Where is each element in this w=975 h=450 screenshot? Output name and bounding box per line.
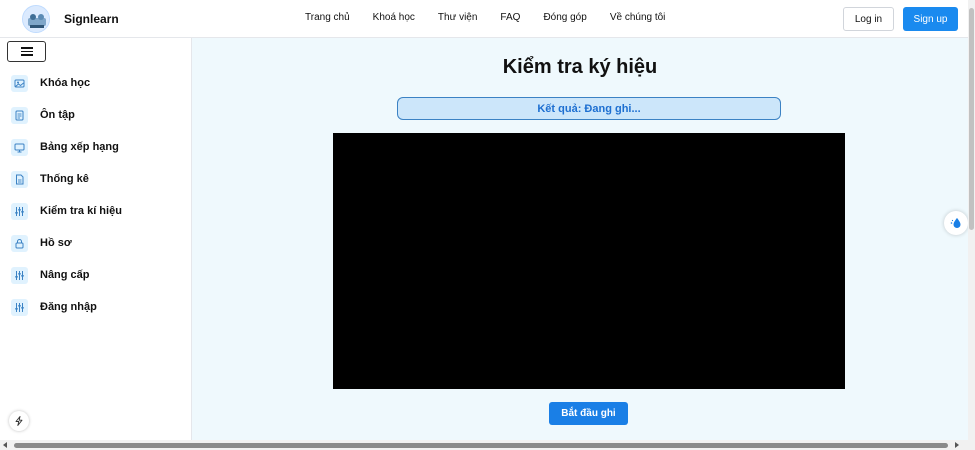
lock-icon [11, 234, 28, 252]
sidebar-item-label: Kiểm tra kí hiệu [40, 205, 122, 217]
sliders-icon [11, 266, 28, 284]
nav-item-courses[interactable]: Khoá học [373, 12, 415, 23]
image-icon [11, 74, 28, 92]
droplet-icon [950, 218, 961, 228]
sidebar-item-statistics[interactable]: Thống kê [11, 170, 89, 188]
sidebar-item-sign-check[interactable]: Kiểm tra kí hiệu [11, 202, 122, 220]
camera-video-feed [333, 133, 845, 389]
menu-toggle-button[interactable] [7, 41, 46, 62]
nav-item-contribute[interactable]: Đóng góp [543, 12, 586, 23]
document-icon [11, 106, 28, 124]
page-title: Kiểm tra ký hiệu [502, 56, 658, 78]
sidebar-item-label: Ôn tập [40, 109, 75, 121]
bolt-icon[interactable] [9, 411, 29, 431]
file-icon [11, 170, 28, 188]
nav-item-faq[interactable]: FAQ [500, 12, 520, 23]
sidebar-item-leaderboard[interactable]: Bảng xếp hạng [11, 138, 119, 156]
horizontal-scrollbar[interactable] [0, 440, 975, 450]
result-status: Kết quả: Đang ghi... [397, 97, 781, 120]
main-content: Kiểm tra ký hiệu Kết quả: Đang ghi... Bắ… [192, 38, 968, 440]
sidebar-item-upgrade[interactable]: Nâng cấp [11, 266, 90, 284]
main-nav: Trang chủ Khoá học Thư viện FAQ Đóng góp… [305, 12, 665, 23]
nav-item-library[interactable]: Thư viện [438, 12, 478, 23]
vertical-scroll-thumb[interactable] [969, 8, 974, 230]
vertical-scrollbar[interactable] [968, 0, 975, 440]
sliders-icon [11, 298, 28, 316]
top-header: Signlearn Trang chủ Khoá học Thư viện FA… [0, 0, 968, 38]
login-button[interactable]: Log in [843, 7, 894, 31]
brand-name[interactable]: Signlearn [64, 12, 119, 26]
sidebar-item-profile[interactable]: Hồ sơ [11, 234, 72, 252]
signup-button[interactable]: Sign up [903, 7, 958, 31]
sliders-icon [11, 202, 28, 220]
sidebar: Khóa học Ôn tập Bảng xếp hạng Thống kê K… [0, 38, 192, 440]
horizontal-scroll-thumb[interactable] [14, 443, 948, 448]
nav-item-home[interactable]: Trang chủ [305, 12, 350, 23]
nav-item-about[interactable]: Về chúng tôi [610, 12, 666, 23]
sidebar-item-label: Đăng nhập [40, 301, 97, 313]
sidebar-item-review[interactable]: Ôn tập [11, 106, 75, 124]
sidebar-item-login[interactable]: Đăng nhập [11, 298, 97, 316]
sidebar-item-courses[interactable]: Khóa học [11, 74, 90, 92]
sidebar-item-label: Bảng xếp hạng [40, 141, 119, 153]
sidebar-item-label: Hồ sơ [40, 237, 72, 249]
sidebar-item-label: Thống kê [40, 173, 89, 185]
assistant-floating-button[interactable] [944, 211, 968, 235]
sidebar-item-label: Khóa học [40, 77, 91, 89]
start-recording-button[interactable]: Bắt đầu ghi [549, 402, 628, 425]
scroll-left-arrow-icon[interactable] [3, 442, 7, 448]
scroll-right-arrow-icon[interactable] [955, 442, 959, 448]
sidebar-item-label: Nâng cấp [40, 269, 90, 281]
signlearn-logo[interactable] [22, 5, 50, 33]
monitor-icon [11, 138, 28, 156]
hamburger-icon [20, 47, 33, 49]
